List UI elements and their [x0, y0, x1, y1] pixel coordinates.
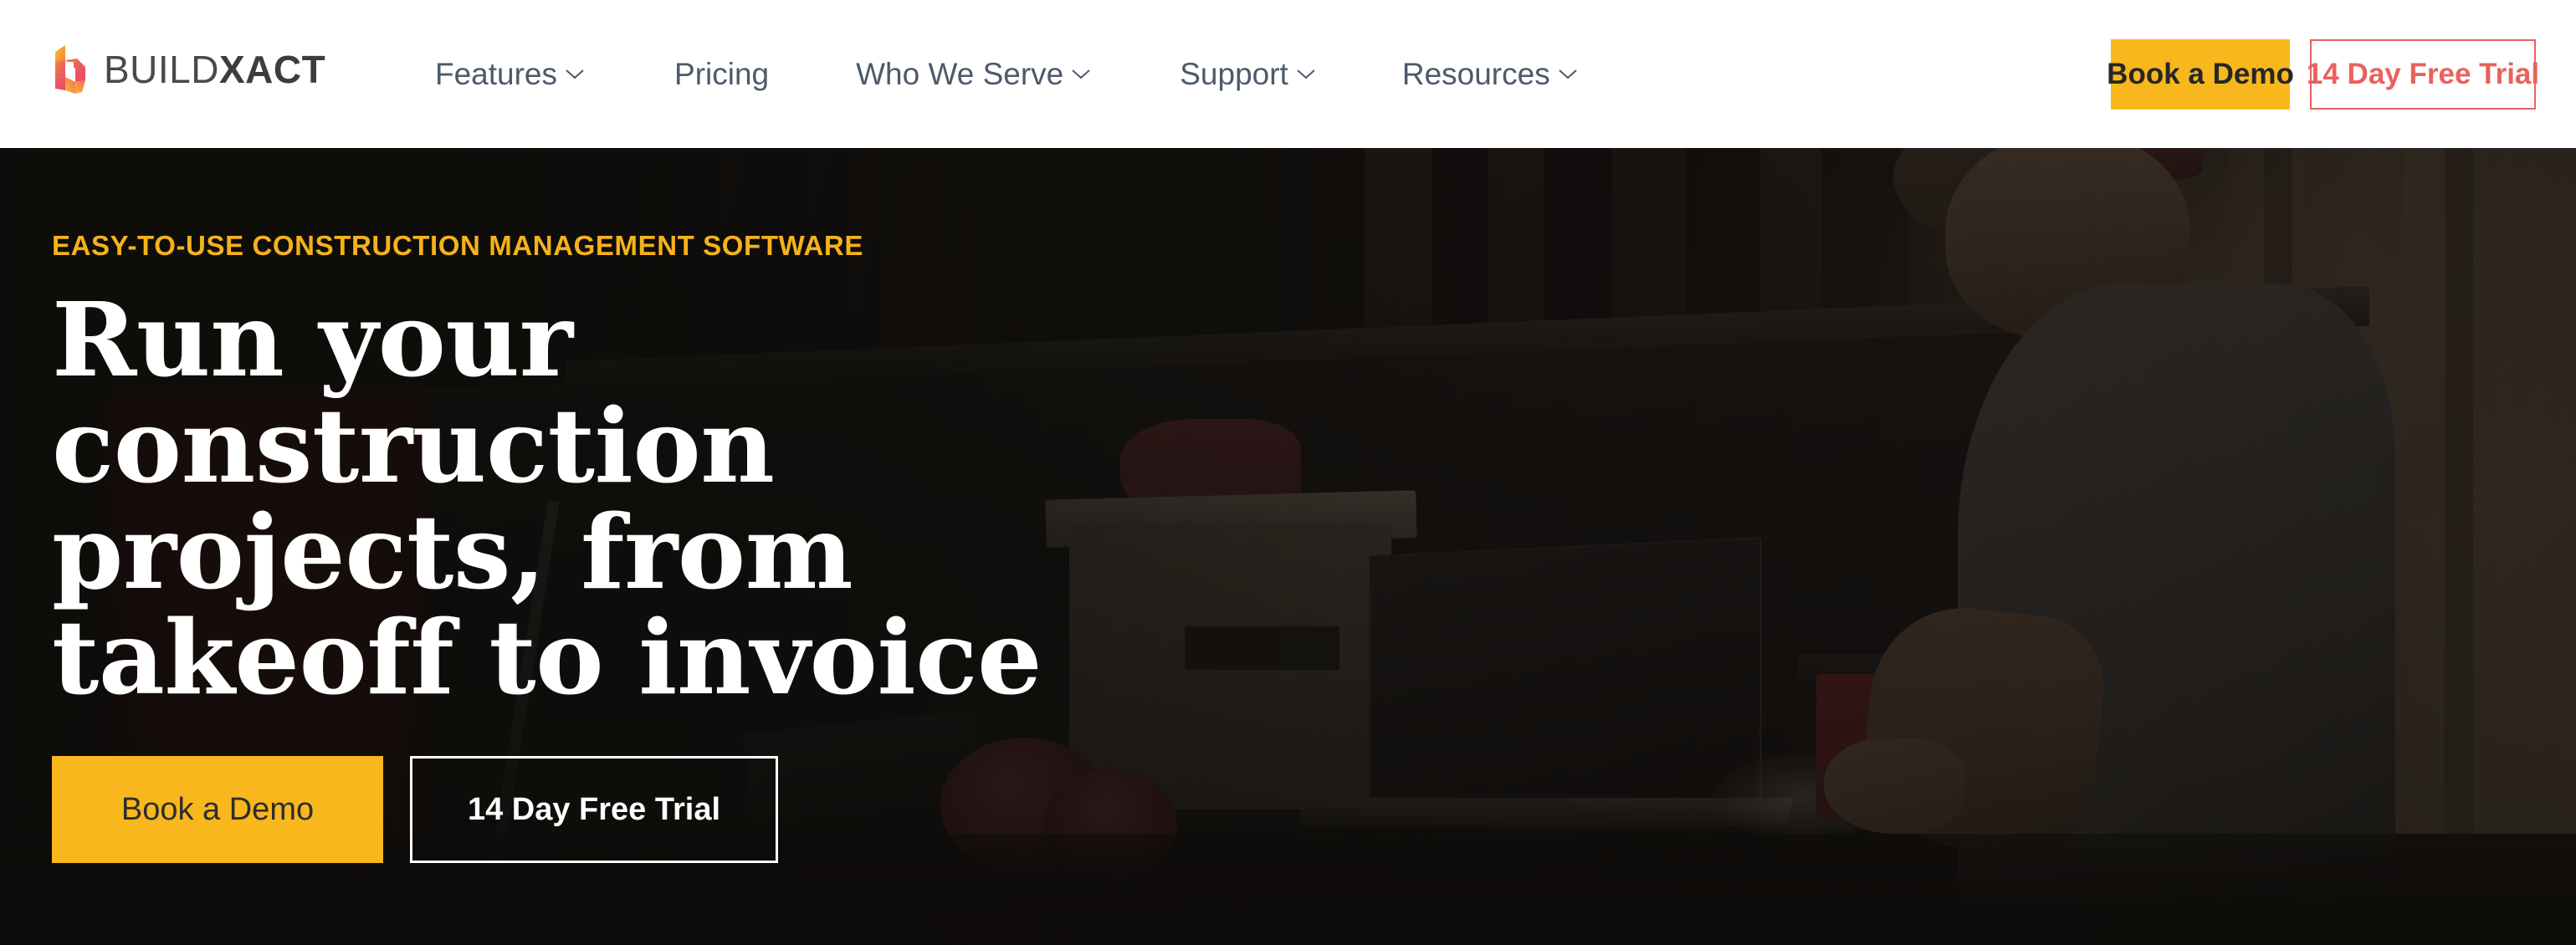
nav-item-label: Resources [1401, 56, 1550, 91]
hero-headline: Run your construction projects, from tak… [52, 278, 1042, 718]
header-book-demo-button[interactable]: Book a Demo [2107, 38, 2294, 110]
nav-item-pricing[interactable]: Pricing [674, 57, 769, 92]
nav-item-resources[interactable]: Resources [1402, 57, 1578, 92]
nav-item-support[interactable]: Support [1180, 57, 1316, 92]
site-header: BUILDXACT Features Pricing Who We Serve [0, 0, 2576, 148]
logo-build-text: BUILD [104, 48, 219, 91]
main-navigation: Features Pricing Who We Serve Support Re… [435, 0, 1578, 148]
chevron-down-icon [1297, 69, 1315, 79]
nav-item-label: Features [435, 56, 558, 91]
hero-section: EASY-TO-USE CONSTRUCTION MANAGEMENT SOFT… [0, 148, 2576, 945]
hero-eyebrow: EASY-TO-USE CONSTRUCTION MANAGEMENT SOFT… [52, 229, 863, 261]
nav-item-label: Pricing [674, 56, 770, 91]
chevron-down-icon [1559, 69, 1577, 79]
logo[interactable]: BUILDXACT [49, 43, 325, 95]
hero-book-demo-button[interactable]: Book a Demo [52, 756, 383, 864]
nav-item-label: Support [1180, 56, 1288, 91]
nav-item-label: Who We Serve [856, 56, 1064, 91]
hero-actions: Book a Demo 14 Day Free Trial [52, 756, 1307, 864]
header-actions: Book a Demo 14 Day Free Trial [2107, 0, 2539, 148]
logo-xact-text: XACT [218, 48, 326, 91]
logo-wordmark: BUILDXACT [104, 50, 325, 89]
hero-free-trial-button[interactable]: 14 Day Free Trial [410, 756, 778, 864]
page-root: BUILDXACT Features Pricing Who We Serve [0, 0, 2576, 945]
header-free-trial-button[interactable]: 14 Day Free Trial [2307, 38, 2539, 110]
hero-content: EASY-TO-USE CONSTRUCTION MANAGEMENT SOFT… [52, 148, 1307, 945]
buildxact-b-mark-icon [55, 45, 85, 94]
nav-item-features[interactable]: Features [435, 57, 585, 92]
chevron-down-icon [566, 69, 584, 79]
nav-item-who-we-serve[interactable]: Who We Serve [856, 57, 1091, 92]
chevron-down-icon [1072, 69, 1090, 79]
